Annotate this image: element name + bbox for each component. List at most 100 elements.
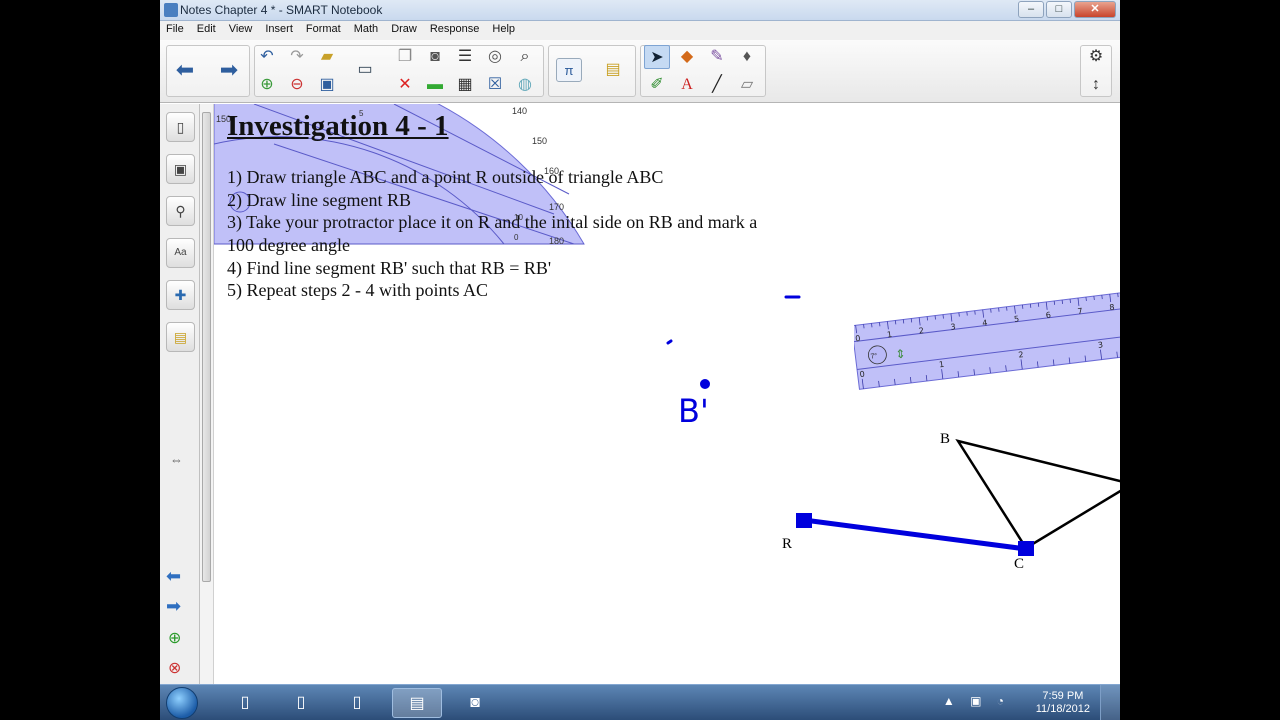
expand-panel-icon[interactable]: ⇔ xyxy=(170,452,183,467)
taskbar-notebook-icon[interactable]: ▤ xyxy=(392,688,442,718)
menu-response[interactable]: Response xyxy=(424,21,487,40)
menu-bar: File Edit View Insert Format Math Draw R… xyxy=(160,21,1120,40)
ruler-angle-label: 7° xyxy=(870,352,878,361)
menu-edit[interactable]: Edit xyxy=(191,21,223,40)
scrollbar-thumb[interactable] xyxy=(202,112,211,582)
forward-arrow-icon[interactable]: ➡ xyxy=(216,58,242,82)
attachments-tab-icon[interactable]: ⚲ xyxy=(166,196,195,226)
menu-format[interactable]: Format xyxy=(300,21,348,40)
ruler-in-label: 1 xyxy=(939,360,945,370)
save-icon[interactable]: ▣ xyxy=(314,73,340,97)
segment-handle-r[interactable] xyxy=(796,513,812,528)
ruler-cm-label: 7 xyxy=(1077,307,1083,317)
previous-page-icon[interactable]: ⬅ xyxy=(166,566,181,587)
system-clock[interactable]: 7:59 PM 11/18/2012 xyxy=(1036,690,1090,716)
clock-date: 11/18/2012 xyxy=(1035,703,1090,715)
start-button-icon[interactable] xyxy=(166,687,198,719)
gear-icon[interactable]: ⚙ xyxy=(1083,45,1109,69)
math-tools-icon[interactable]: π xyxy=(556,58,582,82)
ink-mark xyxy=(666,339,673,345)
segment-handle-c[interactable] xyxy=(1018,541,1034,556)
menu-math[interactable]: Math xyxy=(348,21,385,40)
fill-icon[interactable]: ♦ xyxy=(734,45,760,69)
triangle-abc[interactable] xyxy=(955,439,1120,550)
next-page-icon[interactable]: ➡ xyxy=(166,596,181,617)
window-controls: – □ ✕ xyxy=(1018,1,1116,18)
delete-page-side-icon[interactable]: ⊗ xyxy=(168,658,181,678)
ruler-in-label: 2 xyxy=(1018,350,1024,360)
properties-tab-icon[interactable]: Aa xyxy=(166,238,195,268)
add-page-icon[interactable]: ⊕ xyxy=(254,73,280,97)
open-folder-icon[interactable]: ▰ xyxy=(314,45,340,69)
taskbar-document-icon[interactable]: ▯ xyxy=(220,688,270,718)
menu-draw[interactable]: Draw xyxy=(385,21,424,40)
notebook-page[interactable]: 150 140 150 160 170 180 0 10 5 Investiga… xyxy=(214,104,1120,684)
back-arrow-icon[interactable]: ⬅ xyxy=(172,58,198,82)
document-camera-icon[interactable]: ◎ xyxy=(482,45,508,69)
select-pointer-icon[interactable]: ➤ xyxy=(644,45,670,69)
ruler-resize-icon[interactable]: ⇕ xyxy=(895,346,907,361)
magnifier-icon[interactable]: ⌕ xyxy=(512,45,538,69)
table-icon[interactable]: ▦ xyxy=(452,73,478,97)
page-sorter-tab-icon[interactable]: ▯ xyxy=(166,112,195,142)
show-hide-icon[interactable]: ▬ xyxy=(422,73,448,97)
menu-help[interactable]: Help xyxy=(486,21,522,40)
lesson-activity-icon[interactable]: ▤ xyxy=(600,58,626,82)
cancel-icon[interactable]: ☒ xyxy=(482,73,508,97)
label-c: C xyxy=(1014,556,1024,572)
undo-icon[interactable]: ↶ xyxy=(254,45,280,69)
line-tool-icon[interactable]: ╱ xyxy=(704,73,730,97)
gallery-tab-icon[interactable]: ▣ xyxy=(166,154,195,184)
delete-icon[interactable]: ✕ xyxy=(392,73,418,97)
shapes-icon[interactable]: ◆ xyxy=(674,45,700,69)
smart-notebook-window: Notes Chapter 4 * - SMART Notebook – □ ✕… xyxy=(160,0,1120,720)
label-r: R xyxy=(782,536,792,552)
paste-icon[interactable]: ❐ xyxy=(392,45,418,69)
pens-icon[interactable]: ✐ xyxy=(644,73,670,97)
redo-icon[interactable]: ↷ xyxy=(284,45,310,69)
ruler-cm-label: 1 xyxy=(887,330,893,340)
show-desktop-button[interactable] xyxy=(1100,685,1120,720)
ruler-cm-label: 4 xyxy=(982,318,988,328)
menu-view[interactable]: View xyxy=(223,21,260,40)
segment-rc[interactable] xyxy=(803,517,1027,552)
magic-pen-icon[interactable]: ✎ xyxy=(704,45,730,69)
ink-dot xyxy=(700,379,710,389)
side-tab-panel: ▯ ▣ ⚲ Aa ✚ ▤ ⇔ ⬅ ➡ ⊕ ⊗ xyxy=(160,104,200,684)
ruler-tool[interactable]: 0 1 2 3 4 5 6 7 8 9 10 11 12 0 1 2 3 xyxy=(854,274,1120,404)
taskbar-document-icon[interactable]: ▯ xyxy=(276,688,326,718)
menu-insert[interactable]: Insert xyxy=(259,21,300,40)
globe-icon[interactable]: ◍ xyxy=(512,73,538,97)
screen-shade-icon[interactable]: ☰ xyxy=(452,45,478,69)
ruler-in-label: 3 xyxy=(1097,340,1103,350)
ruler-in-label: 0 xyxy=(859,370,865,380)
move-toolbar-icon[interactable]: ↕ xyxy=(1083,73,1109,97)
vertical-scrollbar[interactable] xyxy=(200,104,214,684)
delete-page-icon[interactable]: ⊖ xyxy=(284,73,310,97)
display-screen-icon[interactable]: ▭ xyxy=(352,58,378,82)
text-tool-icon[interactable]: A xyxy=(674,73,700,97)
app-icon xyxy=(164,3,178,17)
menu-file[interactable]: File xyxy=(160,21,191,40)
ruler-cm-label: 5 xyxy=(1014,314,1020,324)
maximize-button[interactable]: □ xyxy=(1046,1,1072,18)
response-tab-icon[interactable]: ▤ xyxy=(166,322,195,352)
label-b: B xyxy=(940,431,950,447)
eraser-icon[interactable]: ▱ xyxy=(734,73,760,97)
add-page-side-icon[interactable]: ⊕ xyxy=(168,628,181,648)
ruler-cm-label: 0 xyxy=(855,334,861,344)
ruler-cm-label: 8 xyxy=(1109,303,1115,313)
close-button[interactable]: ✕ xyxy=(1074,1,1116,18)
title-bar: Notes Chapter 4 * - SMART Notebook – □ ✕ xyxy=(160,0,1120,21)
addons-tab-icon[interactable]: ✚ xyxy=(166,280,195,310)
toolbar: ⬅ ➡ ↶ ↷ ▰ ⊕ ⊖ ▣ ▭ ❐ ◙ ☰ ◎ ⌕ ✕ ▬ ▦ ☒ ◍ π … xyxy=(160,40,1120,103)
ruler-cm-label: 3 xyxy=(950,322,956,332)
window-title: Notes Chapter 4 * - SMART Notebook xyxy=(180,3,383,17)
taskbar-document-icon[interactable]: ▯ xyxy=(332,688,382,718)
ruler-cm-label: 6 xyxy=(1045,310,1051,320)
system-tray-icons[interactable]: ▲ ▣ ◔ xyxy=(943,694,1010,708)
minimize-button[interactable]: – xyxy=(1018,1,1044,18)
taskbar-camera-icon[interactable]: ◙ xyxy=(450,688,500,718)
windows-taskbar: ▯ ▯ ▯ ▤ ◙ ▲ ▣ ◔ 7:59 PM 11/18/2012 xyxy=(160,684,1120,720)
screen-capture-icon[interactable]: ◙ xyxy=(422,45,448,69)
